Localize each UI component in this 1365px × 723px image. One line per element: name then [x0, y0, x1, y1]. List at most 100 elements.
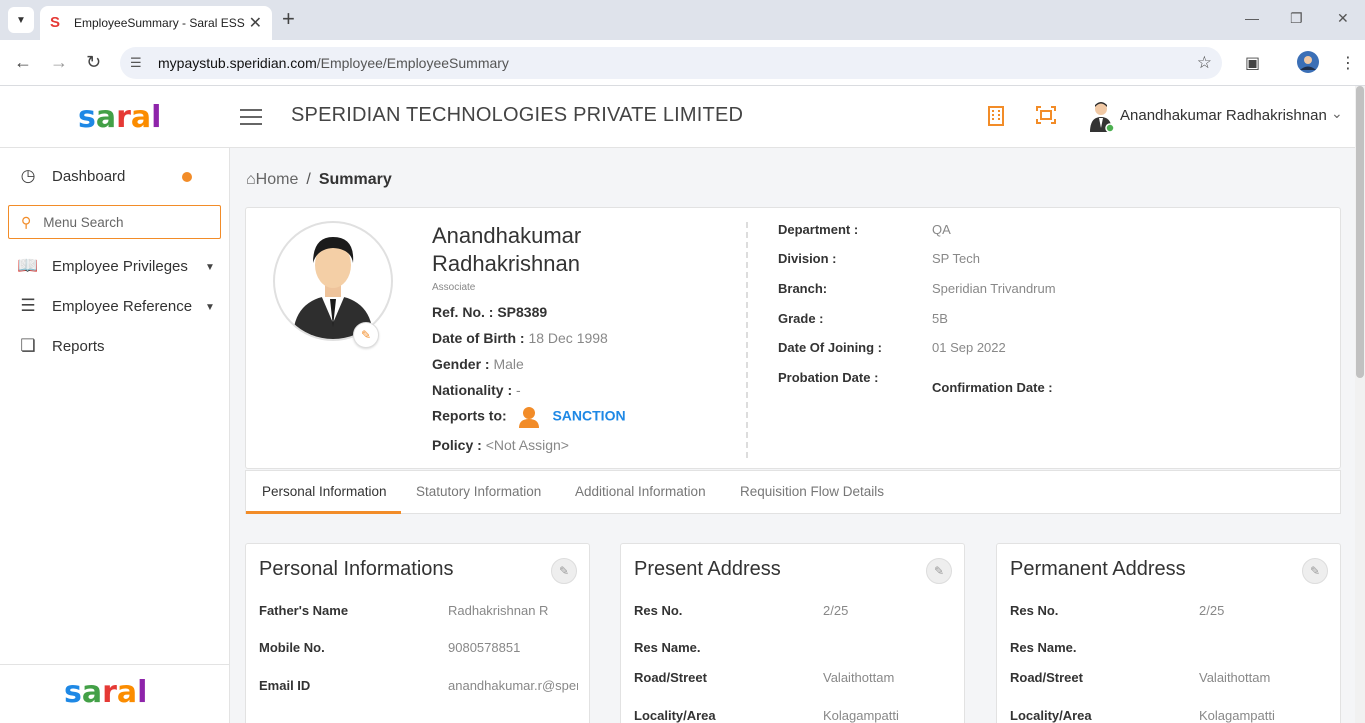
profile-card: ✎ Anandhakumar Radhakrishnan Associate R… [245, 207, 1341, 469]
extensions-puzzle-icon[interactable]: ▣ [1245, 53, 1260, 73]
saral-logo[interactable]: saral [78, 100, 161, 135]
reports-copy-icon: ❏ [20, 336, 36, 355]
fullscreen-icon[interactable] [1036, 106, 1056, 130]
tab-additional-information[interactable]: Additional Information [575, 484, 706, 499]
tab-personal-information[interactable]: Personal Information [262, 484, 387, 499]
active-tab-indicator [246, 511, 401, 514]
hamburger-menu-icon[interactable] [240, 109, 262, 130]
field-label: Res Name. [634, 640, 701, 655]
company-name: SPERIDIAN TECHNOLOGIES PRIVATE LIMITED [291, 104, 744, 126]
bookmark-star-icon[interactable]: ☆ [1197, 53, 1212, 73]
forward-arrow-icon[interactable]: → [50, 52, 68, 72]
field-label: Locality/Area [1010, 708, 1092, 723]
user-name[interactable]: Anandhakumar Radhakrishnan [1120, 107, 1327, 124]
app-header: saral SPERIDIAN TECHNOLOGIES PRIVATE LIM… [0, 86, 1355, 148]
nationality: Nationality : - [432, 382, 521, 398]
chevron-down-icon[interactable]: ⌄ [1331, 105, 1343, 122]
reload-icon[interactable]: ↻ [86, 52, 101, 72]
restore-icon[interactable]: ❐ [1290, 10, 1303, 27]
chevron-down-icon: ▼ [16, 14, 26, 26]
tab-title: EmployeeSummary - Saral ESS [74, 16, 245, 30]
caret-down-icon: ▼ [205, 302, 215, 313]
profile-divider [746, 222, 748, 458]
profile-avatar-icon[interactable] [1297, 51, 1319, 78]
breadcrumb-separator: / [306, 171, 311, 188]
sidebar-footer: saral [0, 664, 229, 723]
field-label: Res No. [634, 603, 683, 618]
date-of-birth: Date of Birth : 18 Dec 1998 [432, 330, 608, 346]
grade-label: Grade : [778, 311, 824, 326]
field-label: Locality/Area [634, 708, 716, 723]
menu-search-input[interactable]: ⚲ Menu Search [8, 205, 221, 239]
edit-pencil-icon[interactable]: ✎ [551, 558, 577, 584]
site-info-icon[interactable]: ☰ [130, 55, 148, 71]
employee-name: Anandhakumar Radhakrishnan [432, 223, 582, 276]
breadcrumb-home[interactable]: Home [256, 171, 299, 188]
field-label: Road/Street [1010, 670, 1083, 685]
home-icon[interactable]: ⌂ [246, 171, 256, 188]
profile-photo [273, 221, 393, 341]
field-value: Radhakrishnan R [448, 603, 549, 618]
sidebar-item-label: Employee Privileges [52, 257, 188, 275]
sidebar-item-reports[interactable]: ❏ Reports [16, 336, 105, 356]
menu-search-placeholder: Menu Search [43, 214, 124, 230]
new-tab-plus-icon[interactable]: + [282, 8, 295, 30]
department-value: QA [932, 222, 951, 237]
tab-favicon-icon: S [50, 14, 61, 31]
edit-pencil-icon[interactable]: ✎ [926, 558, 952, 584]
window-close-icon[interactable]: ✕ [1337, 10, 1349, 27]
doj-value: 01 Sep 2022 [932, 340, 1006, 355]
sidebar-item-employee-privileges[interactable]: 📖 Employee Privileges ▼ [16, 256, 215, 276]
field-value: Valaithottam [823, 670, 895, 685]
more-vertical-icon[interactable]: ⋮ [1340, 53, 1356, 73]
scrollbar-thumb[interactable] [1356, 86, 1364, 378]
division-value: SP Tech [932, 251, 980, 266]
personal-info-card: Personal Informations ✎ Father's Name Ra… [245, 543, 590, 723]
sidebar: ◷ Dashboard ⚲ Menu Search 📖 Employee Pri… [0, 148, 230, 723]
gender: Gender : Male [432, 356, 524, 372]
sidebar-item-employee-reference[interactable]: ☰ Employee Reference ▼ [16, 296, 215, 316]
field-label: Father's Name [259, 603, 349, 618]
division-label: Division : [778, 251, 837, 266]
field-value: Kolagampatti [1199, 708, 1275, 723]
minimize-icon[interactable]: — [1245, 10, 1259, 26]
field-value: Kolagampatti [823, 708, 899, 723]
sidebar-item-label: Reports [52, 337, 105, 355]
employee-designation: Associate [432, 282, 476, 293]
confirmation-date-label: Confirmation Date : [932, 380, 1053, 395]
sidebar-item-label: Employee Reference [52, 297, 193, 315]
edit-pencil-icon[interactable]: ✎ [1302, 558, 1328, 584]
caret-down-icon: ▼ [205, 262, 215, 273]
url-host: mypaystub.speridian.com [158, 55, 317, 71]
field-value: 2/25 [823, 603, 849, 618]
sidebar-item-dashboard[interactable]: ◷ Dashboard [16, 166, 126, 186]
tab-statutory-information[interactable]: Statutory Information [416, 484, 541, 499]
back-arrow-icon[interactable]: ← [14, 52, 32, 72]
notification-dot [182, 172, 192, 182]
tab-search-button[interactable]: ▼ [8, 7, 34, 33]
close-icon[interactable]: ✕ [249, 13, 262, 33]
branch-value: Speridian Trivandrum [932, 281, 1056, 296]
building-icon[interactable] [987, 106, 1005, 132]
browser-tabstrip: ▼ S EmployeeSummary - Saral ESS ✕ + — ❐ … [0, 0, 1365, 40]
reports-to-link[interactable]: SANCTION [552, 408, 625, 424]
address-bar[interactable]: ☰ mypaystub.speridian.com /Employee/Empl… [120, 47, 1222, 79]
field-value: 2/25 [1199, 603, 1225, 618]
field-value: 9080578851 [448, 640, 521, 655]
user-avatar[interactable] [1088, 100, 1115, 133]
sidebar-item-label: Dashboard [52, 167, 126, 185]
reports-to: Reports to: SANCTION [432, 406, 626, 428]
saral-footer-logo: saral [64, 675, 148, 710]
breadcrumb-current: Summary [318, 171, 392, 188]
card-title: Permanent Address [1010, 558, 1186, 580]
field-label: Res No. [1010, 603, 1059, 618]
list-icon: ☰ [20, 296, 36, 315]
edit-photo-pencil-icon[interactable]: ✎ [353, 322, 379, 348]
page-scrollbar[interactable] [1355, 86, 1365, 723]
browser-tab[interactable]: S EmployeeSummary - Saral ESS ✕ [40, 6, 272, 40]
field-label: Mobile No. [259, 640, 325, 655]
tab-requisition-flow-details[interactable]: Requisition Flow Details [740, 484, 884, 499]
grade-value: 5B [932, 311, 948, 326]
probation-date-label: Probation Date : [778, 370, 879, 385]
book-icon: 📖 [17, 256, 39, 275]
